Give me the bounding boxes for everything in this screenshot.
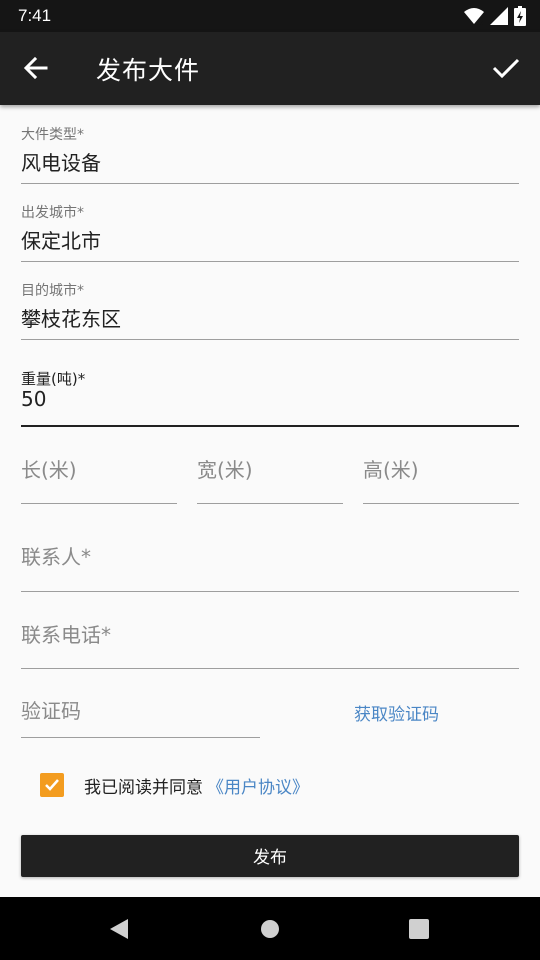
system-nav-bar <box>0 897 540 960</box>
length-input: 长(米) <box>21 458 77 482</box>
from-city-value: 保定北市 <box>21 229 101 253</box>
cargo-type-underline <box>21 183 519 184</box>
height-field[interactable]: 高(米) <box>363 454 519 506</box>
cargo-type-label: 大件类型* <box>21 127 84 143</box>
arrow-left-icon[interactable] <box>18 50 54 86</box>
checkmark-icon <box>45 779 59 791</box>
from-city-label: 出发城市* <box>21 205 84 221</box>
to-city-field[interactable]: 目的城市* 攀枝花东区 <box>21 280 519 342</box>
phone-input: 联系电话* <box>21 623 111 647</box>
agreement-row: 我已阅读并同意 《用户协议》 <box>40 772 309 798</box>
square-recent-icon[interactable] <box>408 918 430 940</box>
verification-code-field[interactable]: 验证码 <box>21 695 260 741</box>
publish-button[interactable]: 发布 <box>21 835 519 877</box>
length-field[interactable]: 长(米) <box>21 454 177 506</box>
contact-underline <box>21 591 519 592</box>
contact-input: 联系人* <box>21 545 91 569</box>
verification-code-input: 验证码 <box>21 699 81 723</box>
app-bar: 发布大件 <box>0 32 540 105</box>
phone-underline <box>21 668 519 669</box>
to-city-label: 目的城市* <box>21 283 84 299</box>
contact-field[interactable]: 联系人* <box>21 541 519 593</box>
verification-code-underline <box>21 737 260 738</box>
agreement-text: 我已阅读并同意 <box>84 777 203 798</box>
weight-label: 重量(吨)* <box>21 370 86 388</box>
agreement-checkbox[interactable] <box>40 773 64 797</box>
check-icon[interactable] <box>488 50 524 86</box>
cargo-type-value: 风电设备 <box>21 151 101 175</box>
width-input: 宽(米) <box>197 458 253 482</box>
height-input: 高(米) <box>363 458 419 482</box>
to-city-value: 攀枝花东区 <box>21 307 121 331</box>
from-city-underline <box>21 261 519 262</box>
user-agreement-link[interactable]: 《用户协议》 <box>207 773 309 798</box>
length-underline <box>21 503 177 504</box>
width-field[interactable]: 宽(米) <box>197 454 343 506</box>
battery-icon <box>514 6 526 26</box>
weight-field[interactable]: 重量(吨)* 50 <box>21 368 519 430</box>
wifi-icon <box>464 8 484 25</box>
weight-underline <box>21 425 519 427</box>
width-underline <box>197 503 343 504</box>
page-title: 发布大件 <box>96 56 201 85</box>
status-time: 7:41 <box>18 6 52 25</box>
get-code-button[interactable]: 获取验证码 <box>354 700 439 725</box>
height-underline <box>363 503 519 504</box>
status-icons <box>464 6 526 26</box>
to-city-underline <box>21 339 519 340</box>
from-city-field[interactable]: 出发城市* 保定北市 <box>21 202 519 264</box>
weight-value: 50 <box>21 387 47 411</box>
cargo-type-field[interactable]: 大件类型* 风电设备 <box>21 124 519 186</box>
phone-field[interactable]: 联系电话* <box>21 619 519 671</box>
signal-icon <box>490 7 508 25</box>
circle-home-icon[interactable] <box>260 919 280 939</box>
triangle-back-icon[interactable] <box>108 918 130 940</box>
status-bar: 7:41 <box>0 0 540 32</box>
